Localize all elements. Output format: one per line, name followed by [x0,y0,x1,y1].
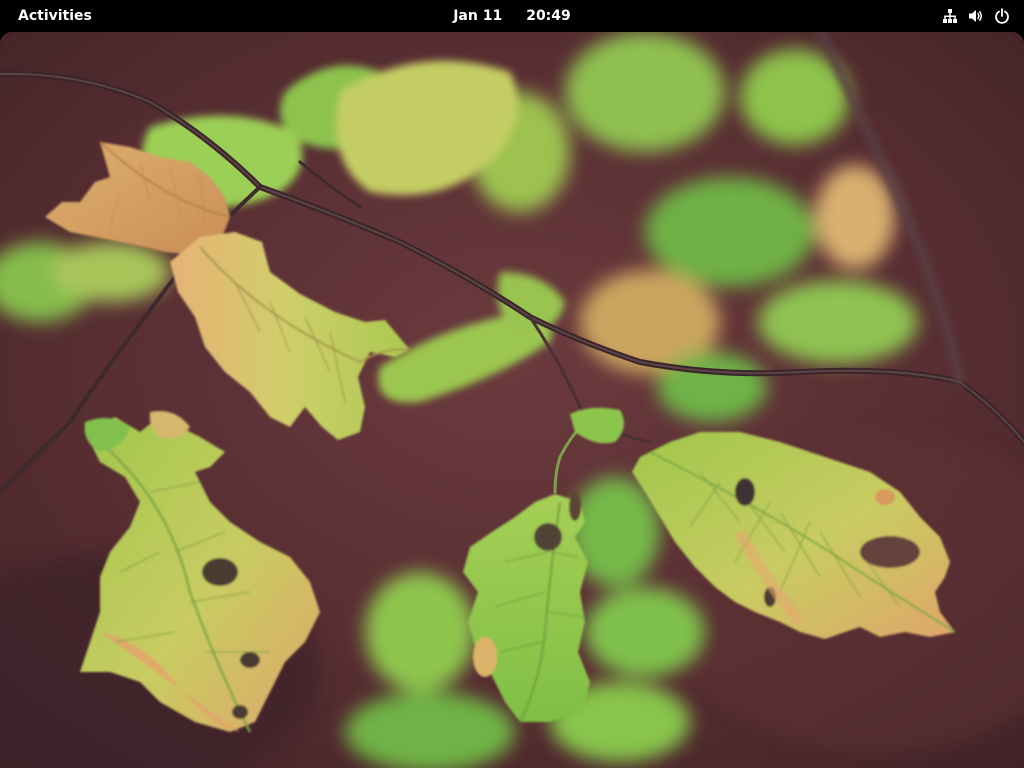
clock-time: 20:49 [526,8,571,24]
system-status-menu[interactable] [936,0,1016,32]
wallpaper-image [0,32,1024,768]
clock-date: Jan 11 [453,8,503,24]
clock-button[interactable]: Jan 11 20:49 [437,8,587,24]
volume-icon [968,8,984,24]
top-bar: Activities Jan 11 20:49 [0,0,1024,32]
power-icon [994,8,1010,24]
activities-button[interactable]: Activities [10,0,100,32]
desktop-background[interactable] [0,32,1024,768]
network-wired-icon [942,8,958,24]
clock-menu: Jan 11 20:49 [0,0,1024,32]
